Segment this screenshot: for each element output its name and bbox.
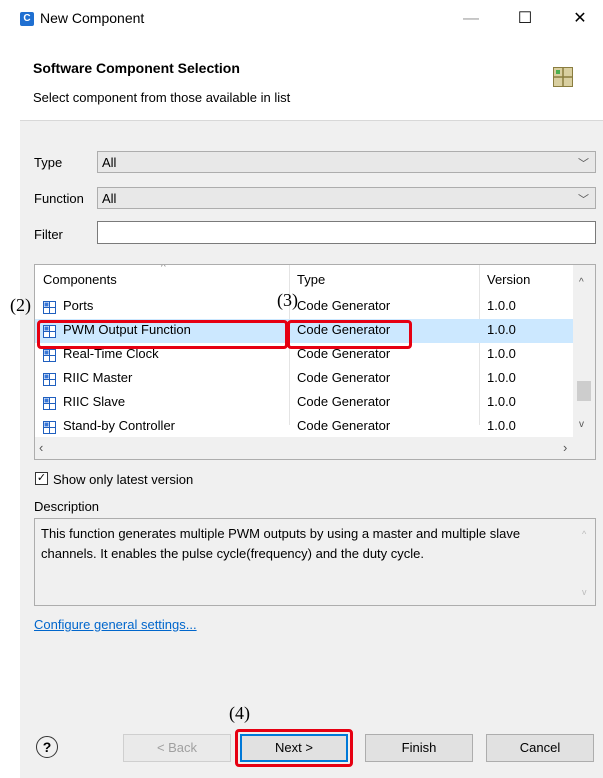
function-dropdown-value: All (102, 191, 117, 206)
description-box: This function generates multiple PWM out… (34, 518, 596, 606)
page-title: Software Component Selection (33, 60, 240, 76)
cell-version: 1.0.0 (487, 346, 516, 361)
table-row[interactable]: Stand-by Controller Code Generator 1.0.0 (35, 415, 573, 439)
horizontal-scrollbar[interactable]: ‹ › (35, 437, 595, 459)
configure-settings-link[interactable]: Configure general settings... (34, 617, 197, 632)
annotation-step-3: (3) (277, 290, 298, 310)
cancel-button[interactable]: Cancel (486, 734, 594, 762)
table-row[interactable]: RIIC Slave Code Generator 1.0.0 (35, 391, 573, 415)
type-dropdown-value: All (102, 155, 117, 170)
cell-version: 1.0.0 (487, 322, 516, 337)
finish-button[interactable]: Finish (365, 734, 473, 762)
scroll-left-icon[interactable]: ‹ (39, 440, 43, 455)
show-latest-label: Show only latest version (53, 472, 194, 487)
cell-version: 1.0.0 (487, 370, 516, 385)
vertical-scrollbar[interactable]: ^ v (573, 265, 595, 437)
vertical-scroll-thumb[interactable] (577, 381, 591, 401)
column-header-version[interactable]: Version (487, 265, 530, 293)
table-row[interactable]: Ports Code Generator 1.0.0 (35, 295, 573, 319)
component-icon (43, 349, 56, 362)
scroll-up-icon[interactable]: ^ (582, 529, 586, 539)
back-button[interactable]: < Back (123, 734, 231, 762)
page-description: Select component from those available in… (33, 90, 291, 105)
cell-version: 1.0.0 (487, 298, 516, 313)
help-icon[interactable]: ? (36, 736, 58, 758)
table-row[interactable]: RIIC Master Code Generator 1.0.0 (35, 367, 573, 391)
cell-type: Code Generator (297, 298, 391, 313)
cell-version: 1.0.0 (487, 418, 516, 433)
column-header-components[interactable]: Components (43, 265, 117, 293)
function-label: Function (34, 191, 84, 206)
annotation-box-type (287, 320, 412, 349)
dialog-header (20, 38, 603, 121)
cell-component: RIIC Master (63, 370, 133, 385)
cell-component: Ports (63, 298, 94, 313)
chevron-down-icon: ﹀ (578, 194, 589, 206)
type-dropdown[interactable]: All ﹀ (97, 151, 596, 173)
app-icon: C (20, 12, 34, 26)
filter-label: Filter (34, 227, 63, 242)
component-icon (43, 373, 56, 386)
description-text: This function generates multiple PWM out… (41, 526, 521, 561)
filter-input[interactable] (97, 221, 596, 244)
component-icon (43, 397, 56, 410)
type-label: Type (34, 155, 63, 170)
cell-component: Stand-by Controller (63, 418, 175, 433)
show-latest-checkbox[interactable]: ✓ (35, 472, 48, 485)
cell-type: Code Generator (297, 370, 391, 385)
annotation-box-component (37, 320, 288, 349)
sort-up-icon: ^ (161, 264, 166, 273)
description-label: Description (34, 499, 100, 514)
function-dropdown[interactable]: All ﹀ (97, 187, 596, 209)
annotation-box-next (235, 729, 353, 767)
annotation-step-2: (2) (10, 295, 31, 315)
cell-component: RIIC Slave (63, 394, 126, 409)
window-title: New Component (40, 10, 145, 26)
cell-type: Code Generator (297, 394, 391, 409)
description-scrollbar[interactable]: ^ v (577, 519, 595, 605)
cell-type: Code Generator (297, 418, 391, 433)
scroll-down-icon[interactable]: v (579, 419, 584, 430)
chevron-down-icon: ﹀ (578, 158, 589, 170)
minimize-button[interactable]: — (448, 4, 494, 34)
column-header-type[interactable]: Type (297, 265, 325, 293)
close-button[interactable]: ✕ (557, 4, 603, 34)
scroll-up-icon[interactable]: ^ (579, 277, 584, 288)
components-table: Components ^ Type Version Ports Code Gene… (34, 264, 596, 460)
component-icon (43, 421, 56, 434)
component-grid-icon (553, 67, 573, 87)
left-margin (0, 38, 20, 778)
scroll-down-icon[interactable]: v (582, 587, 587, 597)
annotation-step-4: (4) (229, 703, 250, 723)
maximize-button[interactable]: ☐ (502, 4, 548, 34)
cell-version: 1.0.0 (487, 394, 516, 409)
scroll-right-icon[interactable]: › (563, 440, 567, 455)
component-icon (43, 301, 56, 314)
